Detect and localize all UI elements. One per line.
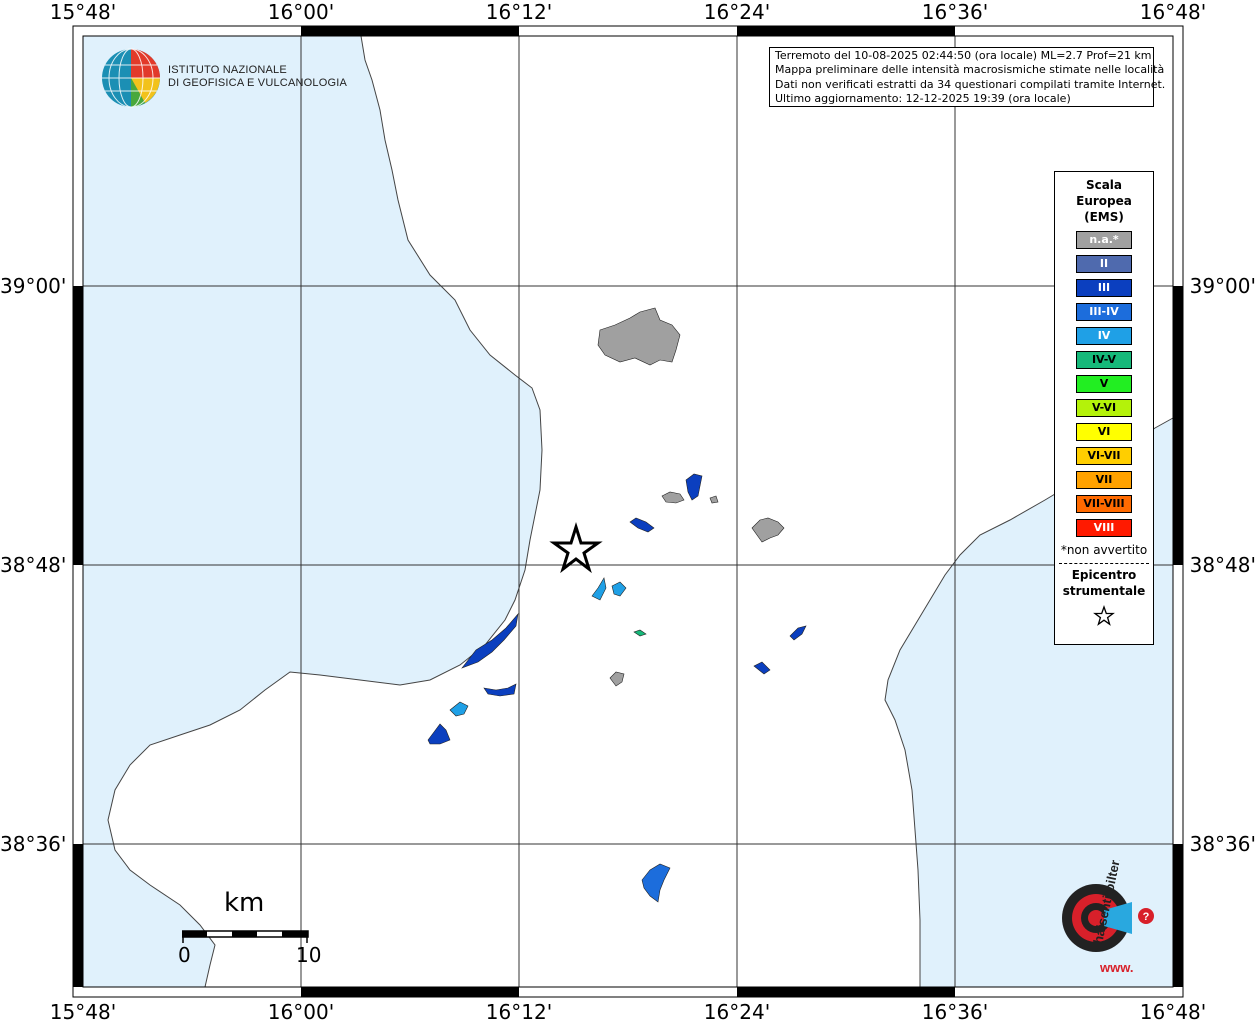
svg-text:?: ? <box>1143 911 1150 923</box>
legend-title-line1: Scala <box>1085 178 1123 192</box>
event-info-line2: Mappa preliminare delle intensità macros… <box>775 63 1165 77</box>
legend-epicenter-star-icon <box>1055 605 1153 631</box>
scale-unit: km <box>224 888 265 918</box>
legend-epicenter-line2: strumentale <box>1062 584 1146 598</box>
legend-item: n.a.* <box>1076 231 1132 249</box>
lat-tick-left-1: 38°48' <box>0 553 67 577</box>
legend-item: VII <box>1076 471 1132 489</box>
legend-note: *non avvertito <box>1060 543 1148 557</box>
legend-epicenter-label: Epicentro strumentale <box>1055 567 1153 599</box>
lon-tick-top-5: 16°48' <box>1139 0 1207 24</box>
scale-max-label: 10 <box>296 943 322 967</box>
legend-item: VI <box>1076 423 1132 441</box>
lon-tick-top-1: 16°00' <box>267 0 335 24</box>
lon-tick-top-4: 16°36' <box>921 0 989 24</box>
event-info-line4: Ultimo aggiornamento: 12-12-2025 19:39 (… <box>775 92 1071 106</box>
legend-item: IV <box>1076 327 1132 345</box>
legend-item: VIII <box>1076 519 1132 537</box>
lat-tick-right-1: 38°48' <box>1189 553 1256 577</box>
lat-tick-right-2: 38°36' <box>1189 832 1256 856</box>
event-info-line3: Dati non verificati estratti da 34 quest… <box>775 77 1166 91</box>
scale-min-label: 0 <box>178 943 191 967</box>
legend-title: Scala Europea (EMS) <box>1055 177 1153 225</box>
lon-tick-bottom-3: 16°24' <box>703 1000 771 1024</box>
legend-title-line3: (EMS) <box>1084 210 1124 224</box>
ingv-name-line1: ISTITUTO NAZIONALE <box>168 64 287 76</box>
lon-tick-top-3: 16°24' <box>703 0 771 24</box>
legend-item: II <box>1076 255 1132 273</box>
ingv-globe-icon <box>102 48 160 108</box>
ingv-name: ISTITUTO NAZIONALE DI GEOFISICA E VULCAN… <box>168 64 347 90</box>
legend-title-line2: Europea <box>1076 194 1132 208</box>
event-info-line1: Terremoto del 10-08-2025 02:44:50 (ora l… <box>775 49 1152 62</box>
lat-tick-left-0: 39°00' <box>0 274 67 298</box>
hsit-www: www. <box>1099 960 1133 975</box>
lon-tick-bottom-5: 16°48' <box>1139 1000 1207 1024</box>
lat-tick-left-2: 38°36' <box>0 832 67 856</box>
legend-separator <box>1059 563 1149 564</box>
lon-tick-top-2: 16°12' <box>485 0 553 24</box>
lon-tick-bottom-1: 16°00' <box>267 1000 335 1024</box>
lon-tick-bottom-0: 15°48' <box>49 1000 117 1024</box>
legend-item: VI-VII <box>1076 447 1132 465</box>
legend-item: IV-V <box>1076 351 1132 369</box>
lat-tick-right-0: 39°00' <box>1189 274 1256 298</box>
legend-item: VII-VIII <box>1076 495 1132 513</box>
legend-item: V <box>1076 375 1132 393</box>
lon-tick-bottom-2: 16°12' <box>485 1000 553 1024</box>
legend-item: III <box>1076 279 1132 297</box>
hsit-logo: ? haisentitoilterremoto.it www. <box>1062 860 1154 975</box>
ingv-name-line2: DI GEOFISICA E VULCANOLOGIA <box>168 77 347 89</box>
lon-tick-bottom-4: 16°36' <box>921 1000 989 1024</box>
legend-epicenter-line1: Epicentro <box>1071 568 1137 582</box>
scale-bar: km 0 10 <box>176 888 326 968</box>
legend-item: V-VI <box>1076 399 1132 417</box>
lon-tick-top-0: 15°48' <box>49 0 117 24</box>
ems-legend: Scala Europea (EMS) n.a.* II III III-IV IV IV… <box>1054 171 1154 645</box>
event-info-box: Terremoto del 10-08-2025 02:44:50 (ora l… <box>769 47 1166 107</box>
scale-bar-graphic <box>182 930 309 943</box>
legend-items: n.a.* II III III-IV IV IV-V V V-VI VI VI-VII VII VI… <box>1055 231 1153 537</box>
legend-item: III-IV <box>1076 303 1132 321</box>
